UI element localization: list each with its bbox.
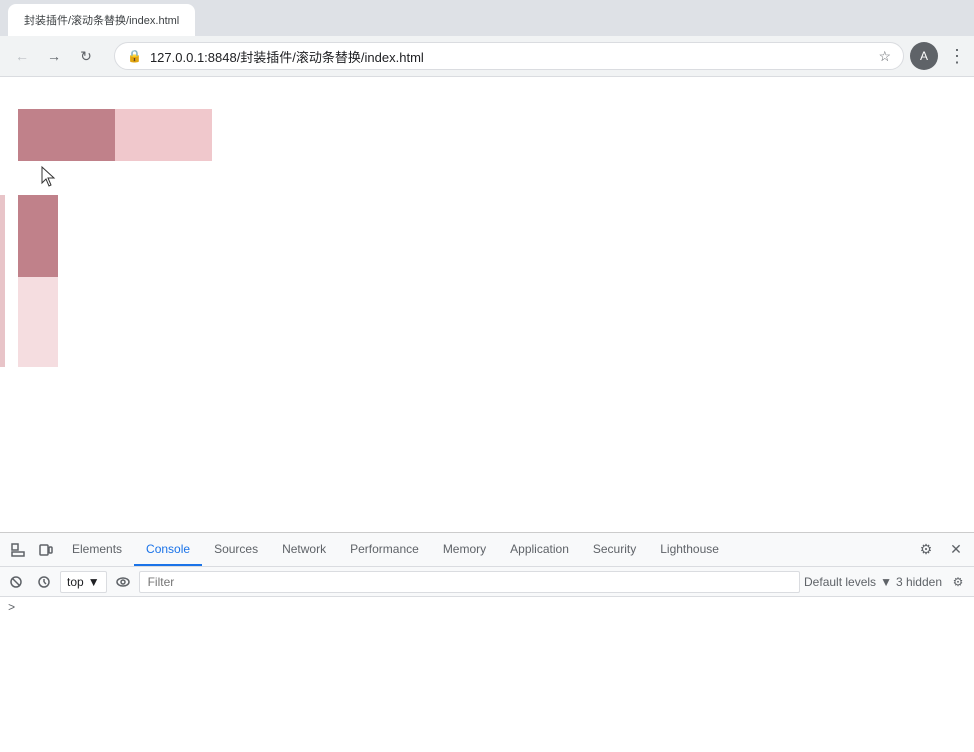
- active-tab[interactable]: 封装插件/滚动条替换/index.html: [8, 4, 195, 36]
- tab-bar: 封装插件/滚动条替换/index.html: [0, 0, 974, 36]
- page-content: [0, 77, 974, 532]
- eye-button[interactable]: [111, 570, 135, 594]
- tab-console[interactable]: Console: [134, 533, 202, 566]
- devtools-panel: Elements Console Sources Network Perform…: [0, 532, 974, 752]
- tab-elements[interactable]: Elements: [60, 533, 134, 566]
- devtools-actions: ⚙ ✕: [912, 536, 970, 564]
- address-bar[interactable]: 🔒 127.0.0.1:8848/封装插件/滚动条替换/index.html ☆: [114, 42, 904, 70]
- console-settings-button[interactable]: ⚙: [946, 570, 970, 594]
- top-box-row: [18, 109, 212, 161]
- levels-label: Default levels: [804, 575, 876, 589]
- device-toolbar-button[interactable]: [32, 536, 60, 564]
- forward-button[interactable]: →: [40, 42, 68, 70]
- light-pink-box: [115, 109, 212, 161]
- inspect-element-button[interactable]: [4, 536, 32, 564]
- context-dropdown-arrow: ▼: [88, 575, 100, 589]
- tab-lighthouse[interactable]: Lighthouse: [648, 533, 731, 566]
- devtools-tabs: Elements Console Sources Network Perform…: [60, 533, 912, 566]
- hidden-count: 3 hidden: [896, 575, 942, 589]
- levels-dropdown-arrow: ▼: [880, 575, 892, 589]
- tab-application[interactable]: Application: [498, 533, 581, 566]
- console-content[interactable]: >: [0, 597, 974, 752]
- tab-title: 封装插件/滚动条替换/index.html: [24, 12, 179, 28]
- devtools-toolbar: Elements Console Sources Network Perform…: [0, 533, 974, 567]
- tab-network[interactable]: Network: [270, 533, 338, 566]
- back-button[interactable]: ←: [8, 42, 36, 70]
- clear-console-button[interactable]: [4, 570, 28, 594]
- vertical-light-strip: [18, 277, 58, 367]
- context-value: top: [67, 575, 84, 589]
- preserve-log-button[interactable]: [32, 570, 56, 594]
- browser-chrome: 封装插件/滚动条替换/index.html ← → ↻ 🔒 127.0.0.1:…: [0, 0, 974, 77]
- tab-memory[interactable]: Memory: [431, 533, 498, 566]
- profile-button[interactable]: A: [910, 42, 938, 70]
- devtools-settings-button[interactable]: ⚙: [912, 536, 940, 564]
- nav-buttons: ← → ↻: [8, 42, 100, 70]
- left-edge-strip: [0, 195, 5, 367]
- context-selector[interactable]: top ▼: [60, 571, 107, 593]
- tab-sources[interactable]: Sources: [202, 533, 270, 566]
- lock-icon: 🔒: [127, 49, 142, 63]
- viewport: [0, 77, 974, 532]
- tab-security[interactable]: Security: [581, 533, 648, 566]
- console-toolbar: top ▼ Default levels ▼ 3 hidden ⚙: [0, 567, 974, 597]
- refresh-button[interactable]: ↻: [72, 42, 100, 70]
- devtools-close-button[interactable]: ✕: [942, 536, 970, 564]
- url-text: 127.0.0.1:8848/封装插件/滚动条替换/index.html: [150, 47, 870, 66]
- prompt-arrow: >: [8, 601, 15, 615]
- filter-input[interactable]: [139, 571, 800, 593]
- menu-button[interactable]: ⋮: [948, 46, 966, 67]
- console-prompt-line[interactable]: >: [8, 601, 966, 615]
- bookmark-button[interactable]: ☆: [878, 48, 891, 65]
- cursor: [38, 165, 58, 189]
- tab-performance[interactable]: Performance: [338, 533, 431, 566]
- vertical-dark-strip: [18, 195, 58, 277]
- levels-selector[interactable]: Default levels ▼: [804, 575, 892, 589]
- dark-pink-box: [18, 109, 115, 161]
